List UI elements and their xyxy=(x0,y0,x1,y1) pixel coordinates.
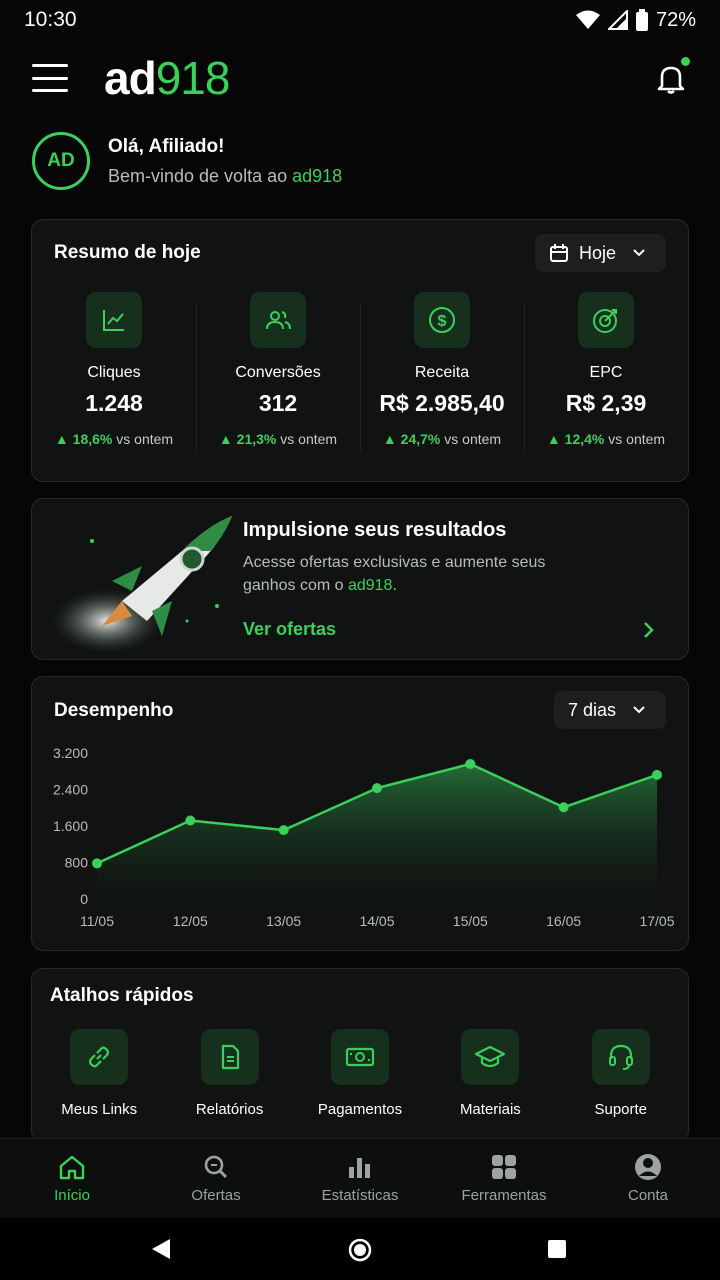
y-tick-label: 1.600 xyxy=(53,818,88,834)
range-label: 7 dias xyxy=(567,699,616,720)
nav-offers[interactable]: Ofertas xyxy=(144,1139,288,1218)
chevron-down-icon xyxy=(633,249,645,257)
y-tick-label: 800 xyxy=(65,855,89,871)
chart-line-icon xyxy=(86,292,142,348)
promo-description: Acesse ofertas exclusivas e aumente seus… xyxy=(243,554,546,594)
notification-dot xyxy=(681,57,690,66)
shortcut-materials[interactable]: Materiais xyxy=(425,1029,555,1118)
y-tick-label: 2.400 xyxy=(53,782,88,798)
bar-chart-icon xyxy=(349,1158,370,1178)
svg-text:$: $ xyxy=(438,313,447,330)
account-icon xyxy=(635,1154,661,1180)
chart-point xyxy=(185,815,196,826)
status-time: 10:30 xyxy=(24,8,77,31)
system-nav-bar xyxy=(0,1218,720,1280)
shortcut-reports[interactable]: Relatórios xyxy=(164,1029,294,1118)
headset-icon xyxy=(591,1029,650,1085)
nav-tools[interactable]: Ferramentas xyxy=(432,1139,576,1218)
grid-icon xyxy=(492,1155,516,1179)
y-tick-label: 0 xyxy=(80,891,88,907)
range-dropdown[interactable]: 7 dias xyxy=(553,691,666,729)
nav-statistics[interactable]: Estatísticas xyxy=(288,1139,432,1218)
avatar[interactable]: AD xyxy=(32,132,90,190)
stat-clicks: Cliques 1.248 ▲ 18,6% vs ontem xyxy=(32,292,196,447)
users-icon xyxy=(250,292,306,348)
greeting: AD Olá, Afiliado! Bem-vindo de volta ao … xyxy=(32,132,342,190)
target-icon xyxy=(578,292,634,348)
shortcut-my-links[interactable]: Meus Links xyxy=(34,1029,164,1118)
home-icon xyxy=(59,1155,85,1180)
greeting-title: Olá, Afiliado! xyxy=(108,135,225,157)
y-tick-label: 3.200 xyxy=(53,745,88,761)
nav-account[interactable]: Conta xyxy=(576,1139,720,1218)
shortcuts-title: Atalhos rápidos xyxy=(50,985,194,1006)
performance-title: Desempenho xyxy=(54,700,174,721)
shortcuts-card: Atalhos rápidos Meus Links Relatórios Pa… xyxy=(31,968,689,1143)
shortcut-payments[interactable]: Pagamentos xyxy=(295,1029,425,1118)
chart-point xyxy=(465,758,476,769)
x-tick-label: 17/05 xyxy=(639,913,674,929)
period-dropdown[interactable]: Hoje xyxy=(534,234,666,272)
dollar-icon: $ xyxy=(414,292,470,348)
calendar-icon xyxy=(549,244,568,262)
period-label: Hoje xyxy=(578,242,616,263)
app-bar: ad918 xyxy=(0,46,720,110)
battery-icon xyxy=(635,9,648,31)
see-offers-link[interactable]: Ver ofertas xyxy=(243,619,336,640)
stat-conversions: Conversões 312 ▲ 21,3% vs ontem xyxy=(196,292,360,452)
bottom-nav: Início Ofertas Estatísticas Ferramentas … xyxy=(0,1138,720,1218)
greeting-subtitle: Bem-vindo de volta ao ad918 xyxy=(108,165,343,186)
battery-level: 72% xyxy=(655,8,696,31)
performance-card: Desempenho 7 dias 3.200 2.400 1.600 800 0 11… xyxy=(31,676,689,951)
back-icon[interactable] xyxy=(150,1238,172,1260)
chevron-down-icon xyxy=(633,706,645,714)
menu-icon[interactable] xyxy=(32,64,68,92)
shortcut-support[interactable]: Suporte xyxy=(556,1029,686,1118)
app-logo: ad918 xyxy=(104,52,230,104)
stat-epc: EPC R$ 2,39 ▲ 12,4% vs ontem xyxy=(524,292,688,452)
signal-icon xyxy=(607,10,628,30)
summary-card: Resumo de hoje Hoje Cliques 1.248 ▲ 18,6… xyxy=(31,219,689,482)
money-icon xyxy=(330,1029,389,1085)
chevron-right-icon[interactable] xyxy=(638,619,658,641)
chart-point xyxy=(278,825,289,836)
document-icon xyxy=(200,1029,259,1085)
wifi-icon xyxy=(575,10,600,29)
chart-point xyxy=(92,858,102,869)
x-tick-label: 16/05 xyxy=(546,913,581,929)
chart-point xyxy=(558,802,569,813)
x-tick-label: 14/05 xyxy=(359,913,394,929)
search-icon xyxy=(204,1155,228,1179)
performance-chart: 3.200 2.400 1.600 800 0 11/05 12/05 13/05 14/05… xyxy=(53,745,675,929)
chart-point xyxy=(372,783,382,794)
graduation-cap-icon xyxy=(461,1029,520,1085)
home-button-icon[interactable] xyxy=(348,1238,372,1262)
summary-title: Resumo de hoje xyxy=(54,242,201,263)
link-icon xyxy=(70,1029,129,1085)
promo-title: Impulsione seus resultados xyxy=(243,519,507,541)
status-bar: 10:30 72% xyxy=(0,0,720,40)
x-tick-label: 15/05 xyxy=(453,913,488,929)
notification-bell-icon[interactable] xyxy=(654,57,690,95)
promo-card[interactable]: Impulsione seus resultados Acesse oferta… xyxy=(31,498,689,660)
chart-point xyxy=(652,769,662,780)
x-tick-label: 12/05 xyxy=(173,913,208,929)
nav-home[interactable]: Início xyxy=(0,1139,144,1218)
status-icons: 72% xyxy=(575,8,696,32)
x-tick-label: 13/05 xyxy=(266,913,301,929)
recents-icon[interactable] xyxy=(547,1239,567,1259)
stat-revenue: $ Receita R$ 2.985,40 ▲ 24,7% vs ontem xyxy=(360,292,524,452)
x-tick-label: 11/05 xyxy=(80,913,114,929)
rocket-illustration xyxy=(52,516,232,651)
